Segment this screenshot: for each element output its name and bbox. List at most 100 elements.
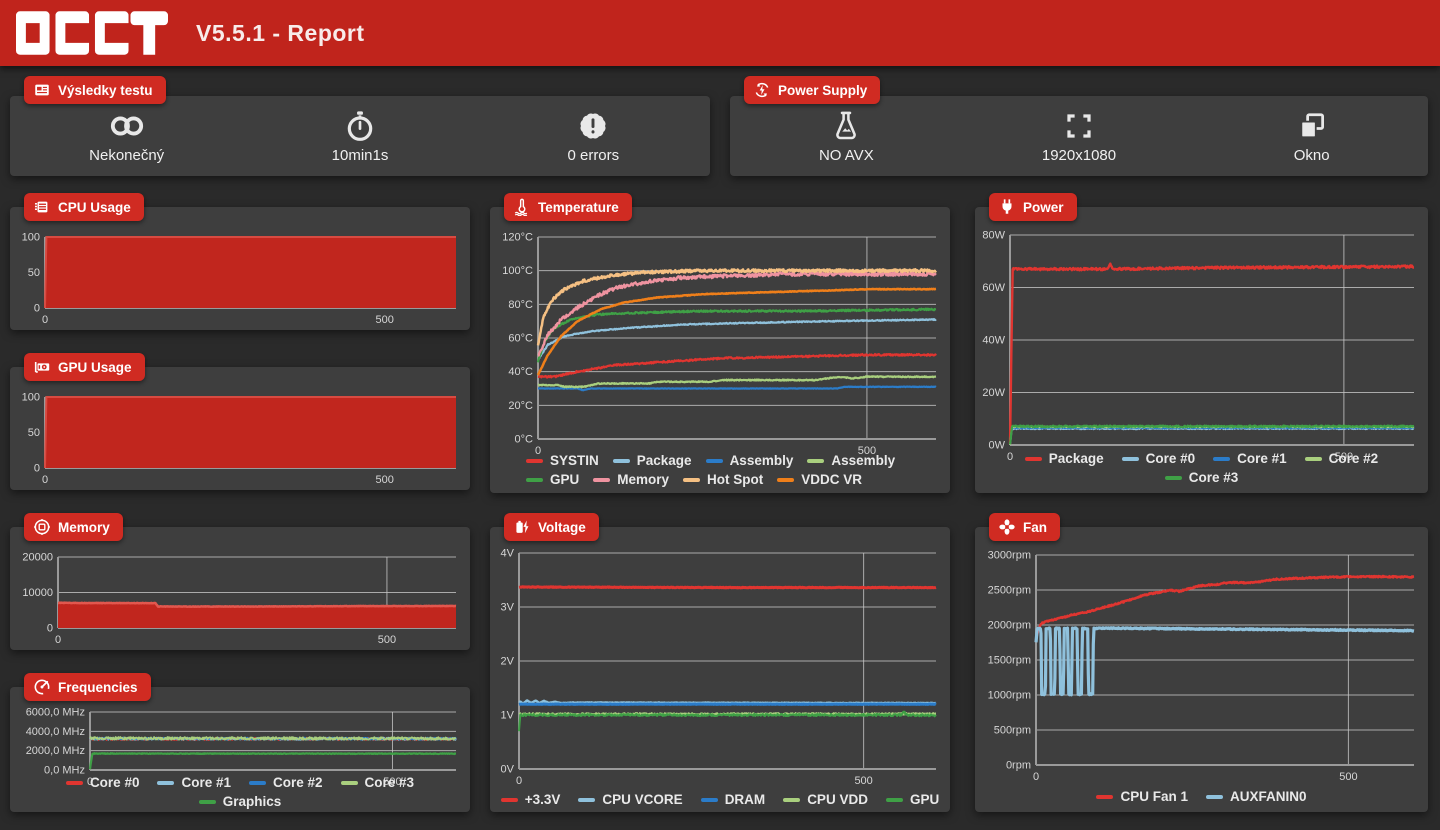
legend-item: Core #2 bbox=[1304, 451, 1378, 466]
svg-text:0: 0 bbox=[34, 303, 40, 315]
power-chart: 0W 20W 40W 60W 80W 0 500 bbox=[981, 229, 1422, 463]
test-results-panel: Výsledky testu Nekonečný 10min1s 0 error… bbox=[10, 76, 710, 176]
power-legend: Package Core #0 Core #1 Core #2 Core #3 bbox=[981, 451, 1422, 485]
temperature-badge: Temperature bbox=[504, 193, 632, 221]
legend-swatch bbox=[1164, 475, 1182, 480]
memory-panel: Memory 0 10000 20000 0 500 bbox=[10, 513, 470, 650]
svg-text:0: 0 bbox=[42, 314, 48, 326]
svg-text:2V: 2V bbox=[501, 656, 515, 668]
badge-label: Temperature bbox=[538, 199, 619, 215]
svg-text:500: 500 bbox=[1339, 771, 1357, 783]
legend-swatch bbox=[1213, 456, 1231, 461]
legend-label: CPU Fan 1 bbox=[1120, 789, 1188, 804]
fan-icon bbox=[999, 519, 1015, 535]
error-seal-icon bbox=[580, 113, 606, 139]
power-supply-badge: Power Supply bbox=[744, 76, 881, 104]
svg-text:0: 0 bbox=[1033, 771, 1039, 783]
frequencies-legend: Core #0 Core #1 Core #2 Core #3 Graphics bbox=[16, 775, 464, 809]
svg-text:40°C: 40°C bbox=[508, 366, 533, 378]
psu-resolution: 1920x1080 bbox=[963, 108, 1196, 164]
legend-item: GPU bbox=[885, 792, 940, 807]
badge-label: Power bbox=[1023, 199, 1064, 215]
cpu-usage-chart: 0 50 100 0 500 bbox=[16, 231, 464, 326]
test-type-label: Nekonečný bbox=[89, 147, 165, 164]
svg-text:2000,0 MHz: 2000,0 MHz bbox=[26, 745, 85, 757]
svg-text:1000rpm: 1000rpm bbox=[988, 690, 1031, 702]
svg-text:0: 0 bbox=[516, 775, 522, 787]
legend-swatch bbox=[783, 797, 801, 802]
svg-text:80°C: 80°C bbox=[508, 299, 533, 311]
svg-text:0rpm: 0rpm bbox=[1006, 760, 1031, 772]
svg-text:20°C: 20°C bbox=[508, 400, 533, 412]
fullscreen-icon bbox=[1067, 114, 1091, 138]
svg-text:20000: 20000 bbox=[22, 552, 53, 564]
svg-text:4V: 4V bbox=[501, 548, 515, 560]
fan-chart: 0rpm 500rpm 1000rpm 1500rpm 2000rpm 2500rpm 30… bbox=[981, 549, 1422, 783]
plug-icon bbox=[1002, 199, 1012, 214]
svg-text:2500rpm: 2500rpm bbox=[988, 585, 1031, 597]
gpu-usage-panel: GPU Usage 0 50 100 0 500 bbox=[10, 353, 470, 490]
legend-item: Graphics bbox=[198, 794, 281, 809]
legend-item: CPU VCORE bbox=[578, 792, 683, 807]
legend-item: Package bbox=[612, 453, 692, 468]
svg-text:10000: 10000 bbox=[22, 587, 53, 599]
svg-text:60°C: 60°C bbox=[508, 333, 533, 345]
legend-swatch bbox=[612, 458, 630, 463]
legend-swatch bbox=[526, 458, 543, 463]
temp-plot: 0°C20°C40°C60°C80°C100°C120°C0 500 bbox=[502, 232, 937, 457]
badge-label: CPU Usage bbox=[58, 199, 131, 215]
psu-resolution-label: 1920x1080 bbox=[1041, 147, 1117, 164]
svg-text:500: 500 bbox=[375, 314, 393, 326]
svg-text:2000rpm: 2000rpm bbox=[988, 620, 1031, 632]
report-icon bbox=[35, 84, 49, 96]
frequencies-badge: Frequencies bbox=[24, 673, 151, 701]
legend-item: CPU VDD bbox=[783, 792, 868, 807]
svg-text:0V: 0V bbox=[501, 764, 515, 776]
legend-item: SYSTIN bbox=[526, 453, 599, 468]
legend-swatch bbox=[198, 799, 216, 804]
memory-chip-icon bbox=[34, 519, 50, 535]
power-supply-panel: Power Supply NO AVX 1920x1080 Okno bbox=[730, 76, 1428, 176]
battery-bolt-icon bbox=[516, 520, 529, 534]
psu-window-mode: Okno bbox=[1195, 108, 1428, 164]
svg-text:3000rpm: 3000rpm bbox=[988, 550, 1031, 562]
svg-text:0: 0 bbox=[34, 463, 40, 475]
legend-item: Core #1 bbox=[157, 775, 231, 790]
legend-item: Core #1 bbox=[1213, 451, 1287, 466]
badge-label: Voltage bbox=[538, 519, 586, 535]
elapsed-time-label: 10min1s bbox=[331, 147, 389, 164]
gauge-icon bbox=[34, 679, 50, 695]
legend-swatch bbox=[683, 477, 701, 482]
legend-swatch bbox=[578, 797, 596, 802]
legend-label: GPU bbox=[909, 792, 940, 807]
occt-report-page: V5.5.1 - Report Výsledky testu Nekonečný… bbox=[0, 0, 1440, 830]
legend-label: Assembly bbox=[729, 453, 794, 468]
legend-label: Memory bbox=[617, 472, 670, 487]
legend-label: CPU VDD bbox=[807, 792, 868, 807]
legend-item: DRAM bbox=[700, 792, 765, 807]
legend-label: GPU bbox=[550, 472, 580, 487]
legend-label: Package bbox=[1048, 451, 1104, 466]
svg-text:40W: 40W bbox=[982, 335, 1005, 347]
legend-label: Core #0 bbox=[89, 775, 140, 790]
svg-text:1500rpm: 1500rpm bbox=[988, 655, 1031, 667]
legend-swatch bbox=[885, 797, 903, 802]
stopwatch-icon bbox=[347, 111, 373, 141]
test-results-badge: Výsledky testu bbox=[24, 76, 166, 104]
voltage-panel: Voltage 0V 1V 2V 3V 4V 0 500 +3.3V CPU VCORE DRA… bbox=[490, 513, 950, 812]
fan-panel: Fan 0rpm 500rpm 1000rpm 1500rpm 2000rpm 2500r… bbox=[975, 513, 1428, 812]
legend-swatch bbox=[1121, 456, 1139, 461]
cpu-icon bbox=[34, 201, 48, 213]
legend-item: AUXFANIN0 bbox=[1206, 789, 1307, 804]
legend-item: Assembly bbox=[807, 453, 895, 468]
temperature-legend: SYSTIN Package Assembly Assembly GPU Memory Ho… bbox=[496, 453, 944, 487]
legend-swatch bbox=[65, 780, 83, 785]
svg-text:100°C: 100°C bbox=[502, 265, 533, 277]
legend-label: VDDC VR bbox=[801, 472, 863, 487]
legend-item: Core #2 bbox=[249, 775, 323, 790]
legend-swatch bbox=[1304, 456, 1322, 461]
fan-legend: CPU Fan 1 AUXFANIN0 bbox=[981, 789, 1422, 804]
badge-label: Power Supply bbox=[778, 82, 868, 98]
test-duration-type: Nekonečný bbox=[10, 108, 243, 164]
legend-item: Memory bbox=[593, 472, 669, 487]
